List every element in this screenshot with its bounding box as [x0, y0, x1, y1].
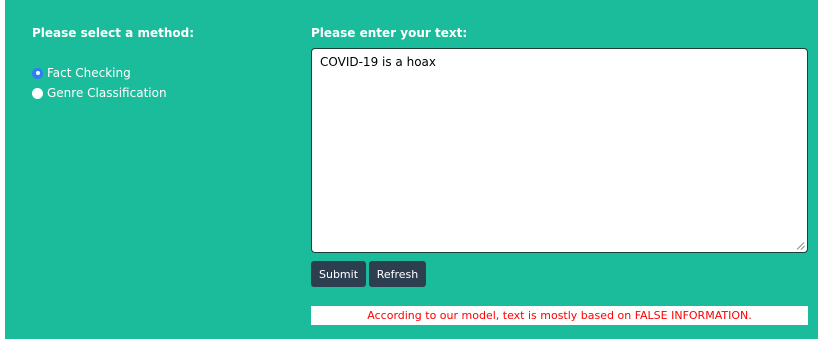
- submit-button[interactable]: Submit: [311, 261, 366, 287]
- radio-button-unselected-icon[interactable]: [32, 87, 43, 99]
- result-message: According to our model, text is mostly b…: [311, 306, 808, 325]
- radio-label-fact-checking: Fact Checking: [47, 66, 131, 80]
- radio-button-selected-icon[interactable]: [32, 67, 43, 79]
- method-label: Please select a method:: [32, 26, 194, 40]
- radio-label-genre-classification: Genre Classification: [47, 86, 167, 100]
- text-input-value: COVID-19 is a hoax: [320, 55, 436, 69]
- text-input-label: Please enter your text:: [311, 26, 468, 40]
- main-panel: Please select a method: Fact Checking Ge…: [5, 0, 818, 339]
- refresh-button[interactable]: Refresh: [369, 261, 426, 287]
- radio-fact-checking[interactable]: Fact Checking: [32, 66, 131, 80]
- radio-genre-classification[interactable]: Genre Classification: [32, 86, 167, 100]
- resize-grip-icon[interactable]: [797, 242, 805, 250]
- text-input-area[interactable]: COVID-19 is a hoax: [311, 48, 808, 253]
